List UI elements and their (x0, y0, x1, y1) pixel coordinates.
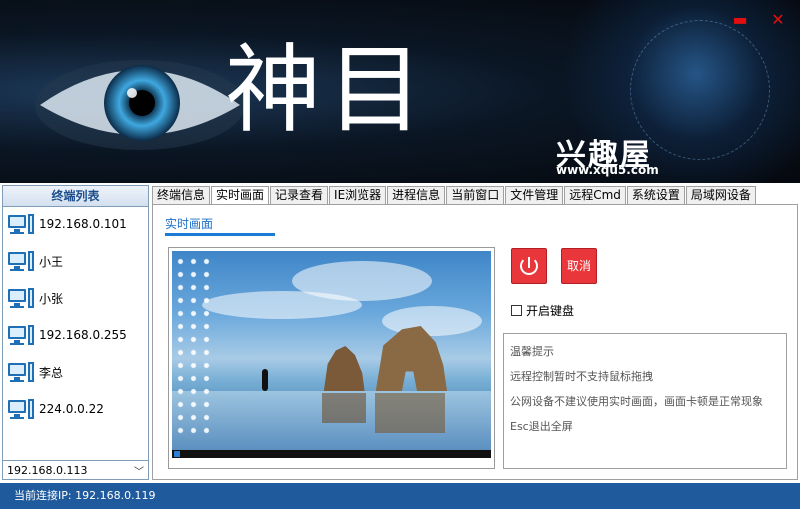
tab-process-info[interactable]: 进程信息 (387, 186, 446, 205)
minimize-button[interactable]: ▬ (732, 12, 748, 28)
terminal-label: 小王 (39, 254, 64, 269)
computer-icon (7, 211, 35, 237)
remote-taskbar (172, 450, 491, 458)
subtab-underline (165, 233, 275, 236)
close-button[interactable]: ✕ (770, 12, 786, 28)
terminal-label: 李总 (39, 365, 64, 380)
terminal-list-title: 终端列表 (3, 186, 148, 207)
computer-icon (7, 248, 35, 274)
power-button[interactable] (511, 248, 547, 284)
tab-remote-cmd[interactable]: 远程Cmd (564, 186, 626, 205)
status-bar: 当前连接IP: 192.168.0.119 (0, 483, 800, 509)
ip-select[interactable]: 192.168.0.113 ﹀ (3, 460, 148, 479)
realtime-panel: 实时画面 取消 开启键盘 温馨提示 远程控制暂时不支持鼠标拖拽 公网设备不建议使… (152, 204, 798, 480)
cancel-button[interactable]: 取消 (561, 248, 597, 284)
terminal-item[interactable]: 192.168.0.101 (7, 210, 145, 238)
remote-screen-preview[interactable] (168, 247, 495, 469)
tab-system-settings[interactable]: 系统设置 (626, 186, 685, 205)
enable-keyboard-label: 开启键盘 (526, 304, 575, 318)
windows-start-icon (174, 451, 180, 457)
computer-icon (7, 285, 35, 311)
tab-ie-browser[interactable]: IE浏览器 (329, 186, 387, 205)
terminal-item[interactable]: 192.168.0.255 (7, 321, 145, 349)
tab-record-view[interactable]: 记录查看 (270, 186, 329, 205)
computer-icon (7, 359, 35, 385)
enable-keyboard-checkbox[interactable]: 开启键盘 (511, 302, 574, 319)
terminal-list-panel: 终端列表 192.168.0.101 小王 小张 192.168.0.255 李… (2, 185, 149, 480)
eye-illustration (35, 60, 245, 150)
tips-title: 温馨提示 (510, 345, 554, 358)
tip-line: 公网设备不建议使用实时画面，画面卡顿是正常现象 (510, 395, 763, 408)
header-banner: 神目 兴趣屋 www.xqu5.com ▬ ✕ (0, 0, 800, 183)
terminal-label: 224.0.0.22 (39, 402, 104, 416)
tab-realtime-screen[interactable]: 实时画面 (211, 186, 270, 206)
terminal-list: 192.168.0.101 小王 小张 192.168.0.255 李总 224… (3, 208, 148, 458)
tab-lan-devices[interactable]: 局域网设备 (685, 186, 756, 205)
desktop-icons (174, 255, 214, 435)
terminal-item[interactable]: 224.0.0.22 (7, 395, 145, 423)
computer-icon (7, 396, 35, 422)
tips-box: 温馨提示 远程控制暂时不支持鼠标拖拽 公网设备不建议使用实时画面，画面卡顿是正常… (503, 333, 787, 469)
terminal-item[interactable]: 小张 (7, 284, 145, 312)
terminal-item[interactable]: 李总 (7, 358, 145, 386)
terminal-label: 小张 (39, 291, 64, 306)
terminal-item[interactable]: 小王 (7, 247, 145, 275)
terminal-label: 192.168.0.255 (39, 328, 127, 342)
tab-current-window[interactable]: 当前窗口 (446, 186, 505, 205)
app-title: 神目 (225, 34, 429, 146)
subtab-realtime-screen[interactable]: 实时画面 (165, 215, 213, 232)
checkbox-icon (511, 305, 522, 316)
computer-icon (7, 322, 35, 348)
brand-url: www.xqu5.com (556, 163, 659, 177)
terminal-label: 192.168.0.101 (39, 217, 127, 231)
tab-file-manager[interactable]: 文件管理 (505, 186, 564, 205)
chevron-down-icon: ﹀ (134, 466, 144, 478)
tip-line: Esc退出全屏 (510, 420, 573, 433)
ip-select-value: 192.168.0.113 (7, 463, 88, 477)
tip-line: 远程控制暂时不支持鼠标拖拽 (510, 370, 653, 383)
tab-terminal-info[interactable]: 终端信息 (152, 186, 211, 205)
remote-desktop-image (172, 251, 491, 458)
tab-bar: 终端信息 实时画面 记录查看 IE浏览器 进程信息 当前窗口 文件管理 远程Cm… (152, 186, 757, 206)
